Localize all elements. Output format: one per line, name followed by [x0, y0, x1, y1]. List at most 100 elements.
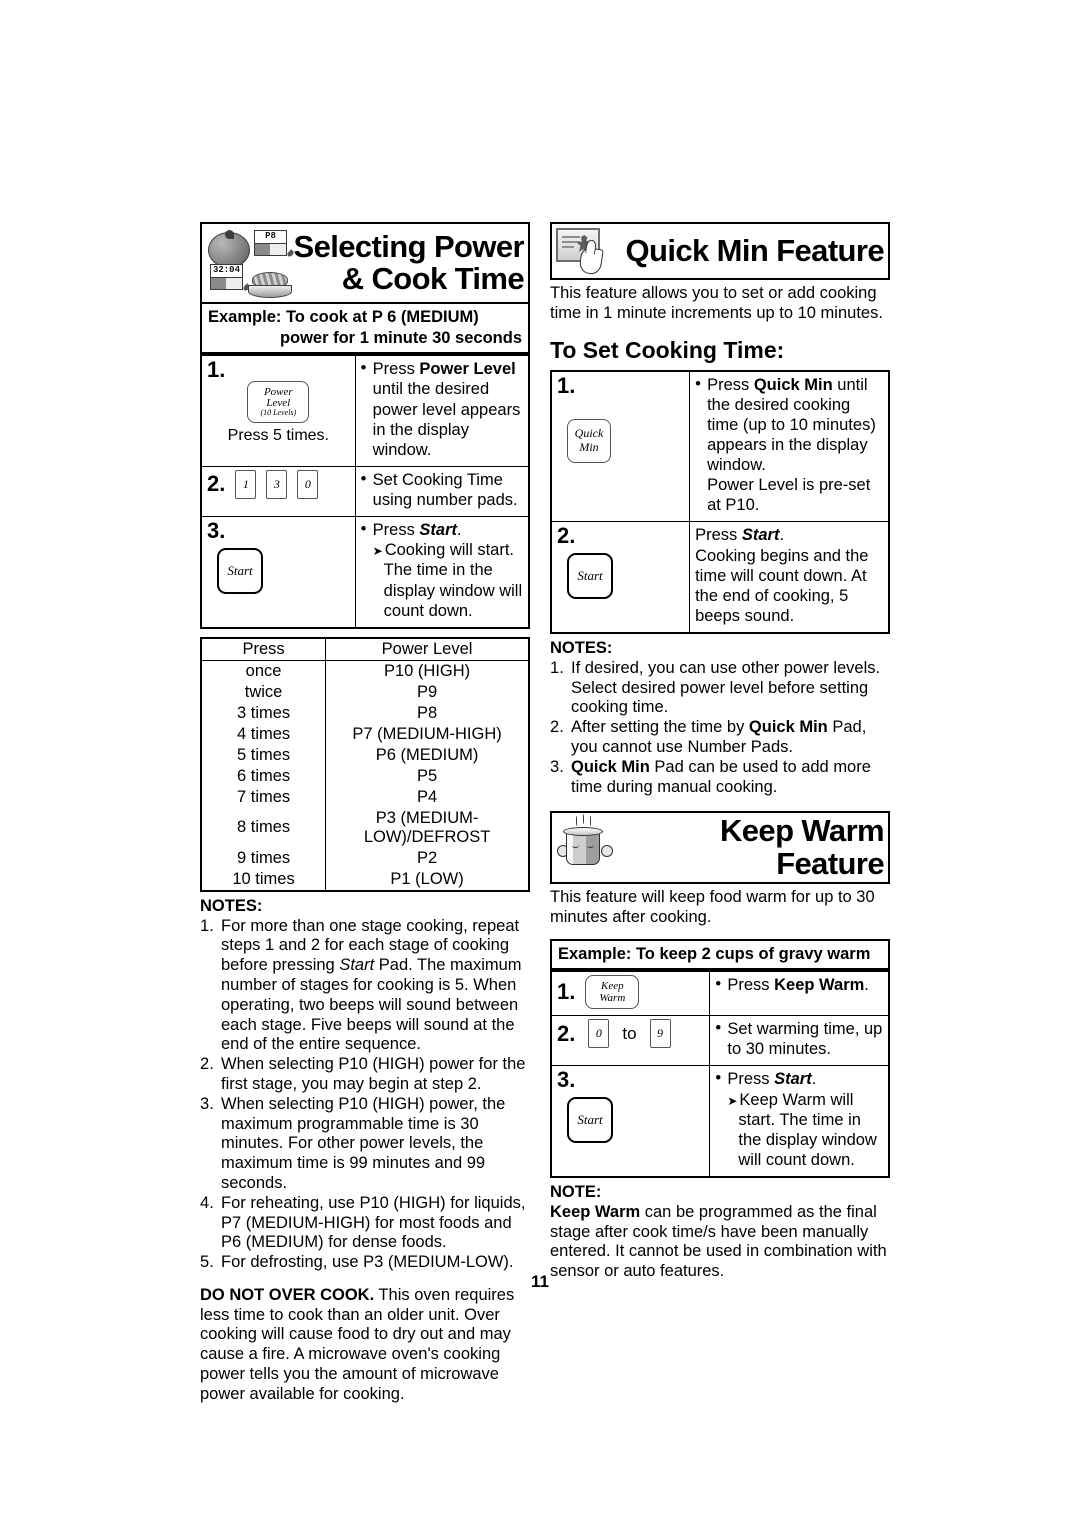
number-pad-1[interactable]: 1	[235, 469, 257, 499]
do-not-over-cook-paragraph: DO NOT OVER COOK. This oven requires les…	[200, 1286, 530, 1405]
table-row: 7 times P4	[201, 786, 529, 808]
press-cell: 10 times	[201, 868, 327, 891]
level-cell: P1 (LOW)	[390, 869, 464, 888]
level-cell: P3 (MEDIUM-LOW)/DEFROST	[363, 808, 491, 846]
press-cell: 4 times	[201, 723, 327, 745]
kw-step-3-subtext: Keep Warm will start. The time in the di…	[727, 1090, 883, 1171]
note-text: When selecting P10 (HIGH) power for the …	[221, 1055, 526, 1093]
qm-step-1-prefix: Press	[707, 375, 754, 394]
right-column: Quick Min Feature This feature allows yo…	[550, 222, 890, 1282]
power-cook-illustration-icon: P8 32:04	[206, 226, 295, 300]
keep-warm-banner: Keep Warm Feature	[550, 811, 890, 884]
number-pad-3[interactable]: 3	[266, 469, 288, 499]
power-level-pad[interactable]: Power Level (10 Levels)	[247, 381, 310, 424]
table-row: 9 times P2	[201, 847, 529, 869]
note-text: For reheating, use P10 (HIGH) for liquid…	[221, 1193, 526, 1252]
qm-step-1-number: 1.	[557, 372, 576, 398]
display-panel-p8-icon: P8	[254, 230, 287, 256]
note-emphasis: Start	[339, 956, 375, 975]
kw-step-1-bold: Keep Warm	[774, 976, 865, 995]
power-level-header-row: Press Power Level	[201, 637, 529, 661]
example-line-1: Example: To cook at P 6 (MEDIUM)	[208, 308, 479, 326]
kw-step-3-instruction: Press Start. Keep Warm will start. The t…	[715, 1068, 883, 1171]
qm-step-1-instruction: Press Quick Min until the desired cookin…	[695, 374, 883, 516]
kw-note-heading: NOTE:	[550, 1183, 602, 1202]
kw-step-3-pad-cell: 3. Start	[550, 1065, 711, 1178]
tomato-icon	[208, 230, 250, 268]
start-pad[interactable]: Start	[567, 553, 613, 600]
step-1-text-prefix: Press	[372, 360, 420, 379]
food-dish-icon	[248, 272, 292, 298]
power-level-pad-line3: (10 Levels)	[260, 408, 297, 418]
keep-warm-pad-line2: Warm	[599, 992, 626, 1005]
power-level-table: Press Power Level once P10 (HIGH) twice P9…	[200, 636, 530, 892]
qm-step-1-bold: Quick Min	[753, 375, 833, 394]
note-item: When selecting P10 (HIGH) power, the max…	[200, 1095, 530, 1194]
keep-warm-intro: This feature will keep food warm for up …	[550, 887, 875, 926]
start-pad[interactable]: Start	[217, 548, 263, 595]
level-cell: P2	[416, 848, 438, 867]
note-item: For more than one stage cooking, repeat …	[200, 917, 530, 1056]
number-pad-0[interactable]: 0	[588, 1019, 610, 1049]
banner-line-2: & Cook Time	[341, 261, 525, 296]
kw-note-body: Keep Warm can be programmed as the final…	[550, 1203, 890, 1282]
level-cell: P7 (MEDIUM-HIGH)	[352, 724, 502, 743]
step-3-text-bold-italic: Start	[419, 521, 458, 540]
step-2-text-cell: Set Cooking Time using number pads.	[354, 465, 530, 518]
qm-step-2-number: 2.	[557, 523, 576, 549]
kw-step-2-number: 2.	[557, 1020, 576, 1046]
press-cell: 6 times	[201, 765, 327, 787]
note-item: If desired, you can use other power leve…	[550, 659, 890, 718]
qm-step-2-prefix: Press	[695, 526, 742, 545]
step-1-text-rest: until the desired power level appears in…	[372, 380, 521, 459]
selecting-power-title: Selecting Power & Cook Time	[292, 230, 525, 296]
qm-step-row-2: 2. Start Press Start. Cooking begins and…	[550, 521, 890, 634]
press-cell: 5 times	[201, 744, 327, 766]
note-text: If desired, you can use other power leve…	[571, 658, 881, 717]
kw-step-1-number: 1.	[557, 979, 576, 1005]
step-3-text-prefix: Press	[372, 521, 420, 540]
kw-step-3-bold-italic: Start	[774, 1070, 812, 1089]
pot-face-icon	[572, 843, 594, 857]
keep-warm-pad[interactable]: Keep Warm	[585, 975, 640, 1010]
note-text: After setting the time by	[571, 718, 749, 737]
step-3-subtext: Cooking will start. The time in the disp…	[373, 540, 523, 621]
table-row: 5 times P6 (MEDIUM)	[201, 744, 529, 766]
number-pad-0[interactable]: 0	[297, 469, 319, 499]
quick-min-pad[interactable]: Quick Min	[567, 418, 611, 463]
table-row: 6 times P5	[201, 765, 529, 787]
step-3-number: 3.	[207, 518, 226, 544]
keep-warm-title: Keep Warm Feature	[720, 813, 885, 881]
start-pad[interactable]: Start	[567, 1097, 613, 1144]
quick-min-notes-section: NOTES: If desired, you can use other pow…	[550, 639, 890, 797]
note-text: For defrosting, use P3 (MEDIUM-LOW).	[221, 1253, 514, 1272]
step-2-instruction: Set Cooking Time using number pads.	[361, 469, 523, 510]
example-box: Example: To cook at P 6 (MEDIUM) power f…	[200, 304, 530, 355]
qm-step-2-instruction: Press Start. Cooking begins and the time…	[695, 525, 883, 626]
qm-step-1-pad-cell: 1. Quick Min	[550, 370, 691, 523]
display-p8-value: P8	[255, 231, 286, 244]
power-level-header-level: Power Level	[325, 637, 529, 661]
kw-step-2-text-cell: Set warming time, up to 30 minutes.	[709, 1015, 890, 1067]
note-item: After setting the time by Quick Min Pad,…	[550, 718, 890, 758]
step-2-pad-cell: 2. 1 3 0	[200, 465, 356, 518]
kw-step-2-pad-cell: 2. 0 to 9	[550, 1015, 711, 1067]
press-cell: 7 times	[201, 786, 327, 808]
keep-warm-pad-line1: Keep	[601, 980, 624, 993]
cook-time-steps-table: 1. Power Level (10 Levels) Press 5 times…	[200, 354, 530, 629]
level-cell: P5	[416, 766, 438, 785]
number-pad-9[interactable]: 9	[649, 1019, 671, 1049]
kw-step-3-prefix: Press	[727, 1070, 775, 1089]
qm-step-2-bold-italic: Start	[741, 526, 780, 545]
left-notes-list: For more than one stage cooking, repeat …	[200, 917, 530, 1273]
press-cell: 9 times	[201, 847, 327, 869]
quick-min-title: Quick Min Feature	[625, 232, 884, 268]
kw-note-emphasis: Keep Warm	[550, 1202, 641, 1221]
press-cell: 3 times	[201, 702, 327, 724]
qm-step-2-extra: Cooking begins and the time will count d…	[695, 546, 869, 625]
power-level-header-press: Press	[201, 637, 327, 661]
quick-min-illustration-icon	[556, 226, 614, 276]
step-row-1: 1. Power Level (10 Levels) Press 5 times…	[200, 354, 530, 467]
table-row: 4 times P7 (MEDIUM-HIGH)	[201, 723, 529, 745]
note-item: For defrosting, use P3 (MEDIUM-LOW).	[200, 1253, 530, 1273]
